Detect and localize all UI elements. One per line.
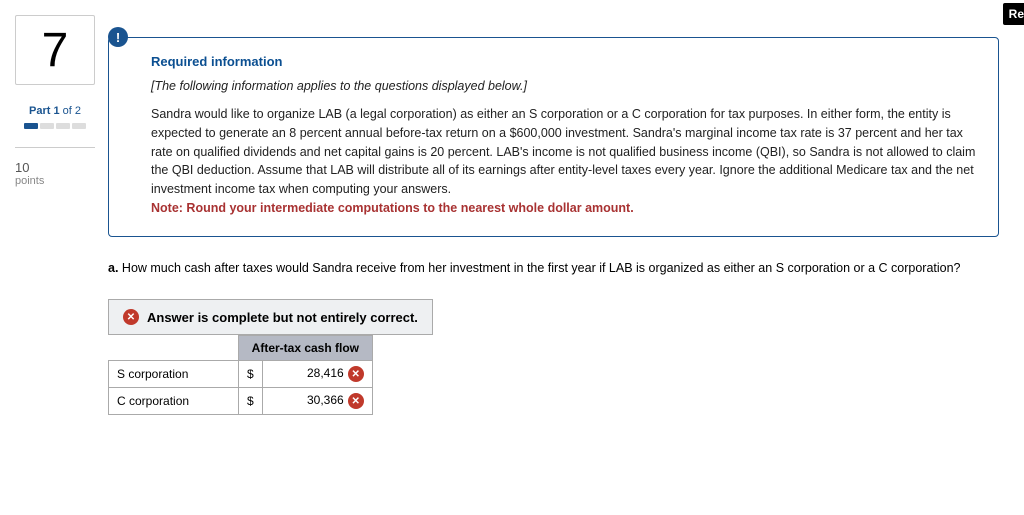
question-letter: a.: [108, 261, 118, 275]
part-current: Part 1: [29, 105, 60, 117]
answer-value-cell[interactable]: 30,366 ✕: [262, 388, 372, 415]
currency-symbol: $: [239, 388, 263, 415]
progress-segment: [72, 123, 86, 129]
feedback-text: Answer is complete but not entirely corr…: [147, 310, 418, 325]
part-total: of 2: [60, 105, 81, 117]
table-spacer: [109, 336, 239, 361]
question-body: How much cash after taxes would Sandra r…: [118, 261, 960, 275]
top-right-button[interactable]: Re: [1003, 3, 1024, 25]
table-column-header: After-tax cash flow: [239, 336, 373, 361]
info-note: Note: Round your intermediate computatio…: [151, 201, 634, 215]
currency-symbol: $: [239, 361, 263, 388]
row-label: S corporation: [109, 361, 239, 388]
required-info-box: Required information [The following info…: [108, 37, 999, 237]
question-number-box: 7: [15, 15, 95, 85]
incorrect-icon: ✕: [348, 366, 364, 382]
incorrect-icon: ✕: [123, 309, 139, 325]
row-label: C corporation: [109, 388, 239, 415]
answer-value: 30,366: [307, 393, 344, 407]
info-body-text: Sandra would like to organize LAB (a leg…: [151, 105, 976, 218]
answer-table: After-tax cash flow S corporation $ 28,4…: [108, 335, 373, 415]
table-row: S corporation $ 28,416 ✕: [109, 361, 373, 388]
part-indicator: Part 1 of 2: [15, 105, 95, 117]
info-context-line: [The following information applies to th…: [151, 79, 976, 93]
table-row: C corporation $ 30,366 ✕: [109, 388, 373, 415]
incorrect-icon: ✕: [348, 393, 364, 409]
required-info-heading: Required information: [151, 54, 976, 69]
progress-segment: [56, 123, 70, 129]
question-sidebar: 7 Part 1 of 2 10 points: [15, 15, 95, 187]
points-label: points: [15, 175, 95, 187]
info-body: Sandra would like to organize LAB (a leg…: [151, 107, 975, 196]
sidebar-divider: [15, 147, 95, 148]
part-progress-bar: [24, 123, 86, 129]
question-prompt: a. How much cash after taxes would Sandr…: [108, 259, 999, 278]
progress-segment: [40, 123, 54, 129]
progress-segment: [24, 123, 38, 129]
answer-value-cell[interactable]: 28,416 ✕: [262, 361, 372, 388]
main-content: ! Required information [The following in…: [108, 15, 999, 415]
alert-icon: !: [108, 27, 128, 47]
points-value: 10: [15, 160, 95, 175]
feedback-banner: ✕ Answer is complete but not entirely co…: [108, 299, 433, 335]
question-number: 7: [42, 23, 69, 78]
answer-value: 28,416: [307, 366, 344, 380]
